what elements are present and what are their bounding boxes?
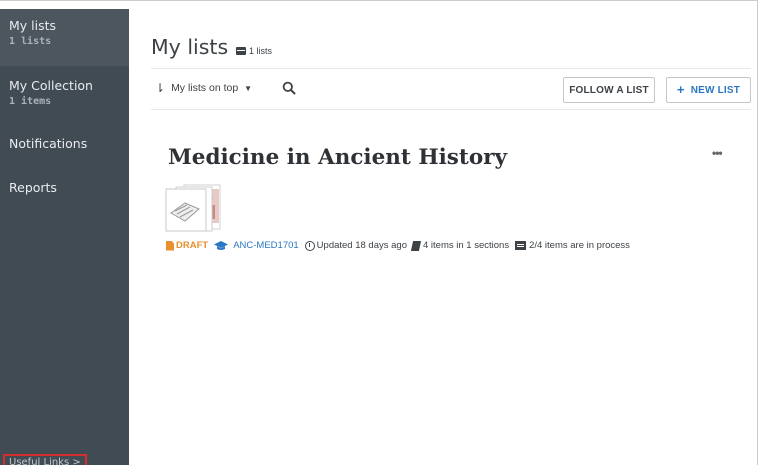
updated-info: Updated 18 days ago bbox=[304, 240, 407, 251]
follow-list-label: FOLLOW A LIST bbox=[569, 84, 649, 96]
draft-label: DRAFT bbox=[176, 240, 209, 251]
list-metadata: DRAFT ANC-MED1701 Updated 18 days ago 4 … bbox=[166, 240, 630, 251]
list-status-icon bbox=[515, 241, 527, 250]
sidebar-item-label: Notifications bbox=[9, 136, 88, 151]
follow-list-button[interactable]: FOLLOW A LIST bbox=[563, 77, 655, 103]
divider bbox=[151, 68, 751, 69]
sidebar: My lists 1 lists My Collection 1 items N… bbox=[0, 9, 129, 465]
list-thumbnail[interactable] bbox=[163, 183, 223, 233]
new-list-label: NEW LIST bbox=[690, 84, 741, 96]
sort-icon: ⇂ bbox=[155, 81, 166, 95]
in-process-label: 2/4 items are in process bbox=[529, 240, 630, 251]
items-info: 4 items in 1 sections bbox=[410, 240, 510, 251]
sidebar-item-label: Reports bbox=[9, 180, 57, 195]
items-label: 4 items in 1 sections bbox=[423, 240, 510, 251]
list-count-label: 1 lists bbox=[249, 46, 273, 56]
sort-dropdown[interactable]: ⇂ My lists on top ▼ bbox=[155, 82, 252, 94]
clock-icon bbox=[304, 240, 315, 251]
caret-down-icon: ▼ bbox=[244, 83, 253, 93]
course-link[interactable]: ANC-MED1701 bbox=[214, 240, 299, 251]
search-icon[interactable] bbox=[282, 81, 296, 95]
draft-status: DRAFT bbox=[166, 240, 208, 251]
list-title[interactable]: Medicine in Ancient History bbox=[168, 145, 507, 170]
plus-icon: + bbox=[676, 82, 685, 97]
sidebar-item-my-collection[interactable]: My Collection 1 items bbox=[0, 78, 129, 108]
graduation-cap-icon bbox=[214, 240, 229, 250]
new-list-button[interactable]: + NEW LIST bbox=[666, 77, 751, 103]
list-icon bbox=[236, 47, 246, 55]
sidebar-item-count: 1 items bbox=[9, 96, 52, 107]
sidebar-item-count: 1 lists bbox=[9, 36, 52, 47]
page-title: My lists bbox=[151, 35, 229, 59]
useful-links-link[interactable]: Useful Links > bbox=[3, 454, 87, 465]
updated-label: Updated 18 days ago bbox=[316, 240, 407, 251]
sidebar-item-label: My Collection bbox=[9, 78, 93, 93]
sidebar-item-label: My lists bbox=[9, 18, 57, 33]
sort-label: My lists on top bbox=[171, 82, 239, 94]
sidebar-item-my-lists[interactable]: My lists 1 lists bbox=[0, 9, 129, 66]
more-options-icon[interactable]: ••• bbox=[712, 146, 723, 160]
book-icon bbox=[410, 240, 422, 251]
in-process-info: 2/4 items are in process bbox=[515, 240, 630, 251]
sidebar-item-notifications[interactable]: Notifications bbox=[0, 136, 129, 152]
sidebar-item-reports[interactable]: Reports bbox=[0, 180, 129, 196]
divider bbox=[151, 109, 751, 110]
document-icon bbox=[166, 240, 174, 251]
course-code: ANC-MED1701 bbox=[233, 240, 299, 251]
list-count-badge: 1 lists bbox=[236, 46, 272, 56]
